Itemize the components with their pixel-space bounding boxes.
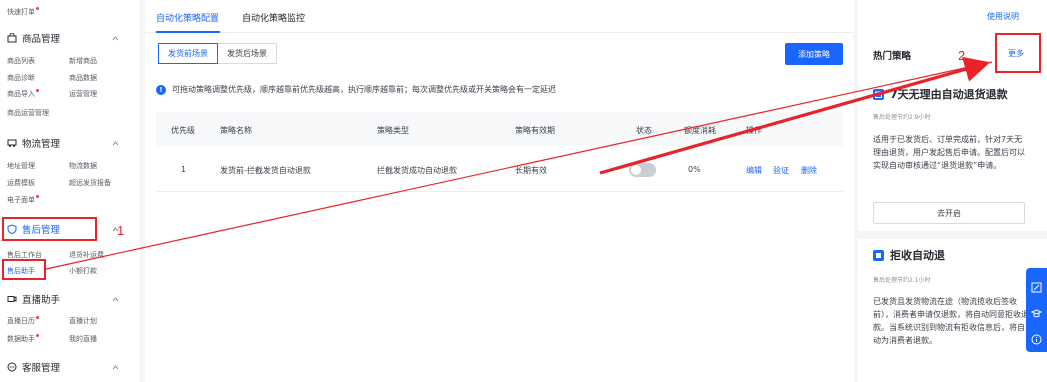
table-row[interactable]: 1 发货前-拦截发货自动退款 拦截发货成功自动退款 长期有效 0% 编辑 验证 … bbox=[156, 146, 843, 192]
column-header: 额度消耗 bbox=[684, 126, 716, 135]
sidebar-item[interactable]: 商品列表 bbox=[7, 56, 35, 66]
sidebar-item[interactable]: 物流数据 bbox=[69, 161, 97, 171]
sidebar-item[interactable]: 电子面单 bbox=[7, 195, 39, 205]
cell-validity: 长期有效 bbox=[515, 166, 547, 175]
chat-icon bbox=[7, 362, 17, 372]
column-header: 状态 bbox=[636, 126, 652, 135]
sidebar-group-label: 物流管理 bbox=[22, 139, 61, 150]
column-header: 优先级 bbox=[171, 126, 195, 135]
panel-title: 热门策略 bbox=[873, 51, 912, 62]
cell-strategy-name: 发货前-拦截发货自动退款 bbox=[220, 166, 311, 175]
sidebar-item[interactable]: 超远发货报备 bbox=[69, 178, 111, 188]
sidebar-item[interactable]: 地址管理 bbox=[7, 161, 35, 171]
column-header: 策略类型 bbox=[377, 126, 409, 135]
column-header: 策略名称 bbox=[220, 126, 252, 135]
column-header: 策略有效期 bbox=[515, 126, 555, 135]
tab-bar: 自动化策略配置 自动化策略监控 bbox=[145, 0, 854, 33]
tab-strategy-monitor[interactable]: 自动化策略监控 bbox=[242, 11, 305, 24]
enable-strategy-button[interactable]: 去开启 bbox=[873, 202, 1025, 224]
info-icon[interactable] bbox=[1031, 330, 1042, 345]
add-strategy-button[interactable]: 添加策略 bbox=[785, 43, 843, 65]
main-content: 自动化策略配置 自动化策略监控 发货前场景 发货后场景 添加策略 ! 可拖动策略… bbox=[145, 0, 854, 382]
cell-priority: 1 bbox=[181, 165, 187, 174]
delete-link[interactable]: 删除 bbox=[801, 165, 817, 176]
sidebar-item[interactable]: 运费模板 bbox=[7, 178, 35, 188]
sidebar-item[interactable]: 商品数据 bbox=[69, 73, 97, 83]
annotation-label-2: 2 bbox=[958, 48, 966, 63]
sidebar-group-label: 直播助手 bbox=[22, 295, 61, 306]
divider bbox=[858, 231, 1047, 239]
annotation-box-assistant bbox=[2, 259, 46, 280]
table-header: 优先级 策略名称 策略类型 策略有效期 状态 额度消耗 操作 bbox=[156, 112, 843, 146]
tab-strategy-config[interactable]: 自动化策略配置 bbox=[156, 11, 219, 24]
priority-notice: ! 可拖动策略调整优先级，顺序越靠前优先级越高，执行顺序越靠前；每次调整优先级或… bbox=[156, 84, 556, 95]
tab-active-indicator bbox=[156, 31, 220, 33]
cell-usage: 0% bbox=[688, 165, 701, 174]
sidebar-item[interactable]: 商品运营管理 bbox=[7, 108, 49, 118]
chevron-up-icon[interactable] bbox=[112, 139, 119, 146]
scene-switch: 发货前场景 发货后场景 bbox=[158, 43, 277, 64]
sidebar-item[interactable]: 我的直播 bbox=[69, 334, 97, 344]
truck-icon bbox=[7, 138, 17, 148]
chevron-up-icon[interactable] bbox=[112, 34, 119, 41]
video-icon bbox=[7, 294, 17, 304]
sidebar-item[interactable]: 直播日历 bbox=[7, 316, 39, 326]
sidebar-group-logistics[interactable]: 物流管理 bbox=[7, 136, 125, 150]
sidebar-group-live[interactable]: 直播助手 bbox=[7, 292, 125, 306]
sidebar-item[interactable]: 数据助手 bbox=[7, 334, 39, 344]
chevron-up-icon[interactable] bbox=[112, 363, 119, 370]
floating-toolbar bbox=[1026, 268, 1047, 352]
box-icon bbox=[873, 249, 884, 261]
sidebar-group-customer-service[interactable]: 客服管理 bbox=[7, 360, 125, 374]
chevron-up-icon[interactable] bbox=[112, 295, 119, 302]
notice-text: 可拖动策略调整优先级，顺序越靠前优先级越高，执行顺序越靠前；每次调整优先级或开关… bbox=[172, 85, 556, 94]
sidebar-item[interactable]: 商品诊断 bbox=[7, 73, 35, 83]
sidebar-item-quick-print[interactable]: 快速打单 bbox=[7, 7, 39, 17]
column-header: 操作 bbox=[746, 126, 762, 135]
strategy-card-description: 适用于已发货后、订单完成前，针对7天无理由退货，用户发起售后申请。配置后可以实现… bbox=[873, 135, 1025, 170]
annotation-label-1: 1 bbox=[117, 223, 125, 238]
scene-before-shipping[interactable]: 发货前场景 bbox=[158, 43, 218, 64]
edit-link[interactable]: 编辑 bbox=[746, 165, 762, 176]
info-icon: ! bbox=[156, 84, 166, 95]
sidebar: 快速打单 商品管理 商品列表 新增商品 商品诊断 商品数据 商品导入 运营管理 … bbox=[0, 0, 141, 382]
scene-after-shipping[interactable]: 发货后场景 bbox=[218, 43, 277, 64]
help-link[interactable]: 使用说明 bbox=[987, 11, 1019, 22]
strategy-card-title: 拒收自动退 bbox=[873, 247, 945, 263]
bag-icon bbox=[7, 33, 17, 43]
strategy-card-subtitle: 售后处理节约2.1小时 bbox=[873, 277, 931, 284]
calendar-icon bbox=[873, 88, 884, 100]
status-toggle[interactable] bbox=[629, 163, 656, 177]
edit-icon[interactable] bbox=[1031, 278, 1042, 293]
graduation-cap-icon[interactable] bbox=[1030, 304, 1043, 318]
strategy-card-title: 7天无理由自动退货退款 bbox=[873, 86, 1008, 102]
strategy-card-description: 已发货且发货物流在途（物流揽收后签收前），消费者申请仅退款，将自动同意拒收退款。… bbox=[873, 297, 1029, 345]
annotation-box-more bbox=[995, 33, 1041, 73]
sidebar-group-label: 商品管理 bbox=[22, 34, 61, 45]
cell-strategy-type: 拦截发货成功自动退款 bbox=[377, 166, 457, 175]
sidebar-group-label: 客服管理 bbox=[22, 363, 61, 374]
strategy-card-subtitle: 售后处理节约2.9小时 bbox=[873, 114, 931, 121]
sidebar-group-product[interactable]: 商品管理 bbox=[7, 31, 125, 45]
verify-link[interactable]: 验证 bbox=[773, 165, 789, 176]
sidebar-item[interactable]: 运营管理 bbox=[69, 89, 97, 99]
sidebar-item[interactable]: 新增商品 bbox=[69, 56, 97, 66]
annotation-box-after-sales bbox=[2, 217, 97, 241]
sidebar-item[interactable]: 商品导入 bbox=[7, 89, 39, 99]
sidebar-item[interactable]: 退货补运费 bbox=[69, 250, 104, 260]
sidebar-item[interactable]: 小额打款 bbox=[69, 266, 97, 276]
sidebar-item[interactable]: 直播计划 bbox=[69, 316, 97, 326]
